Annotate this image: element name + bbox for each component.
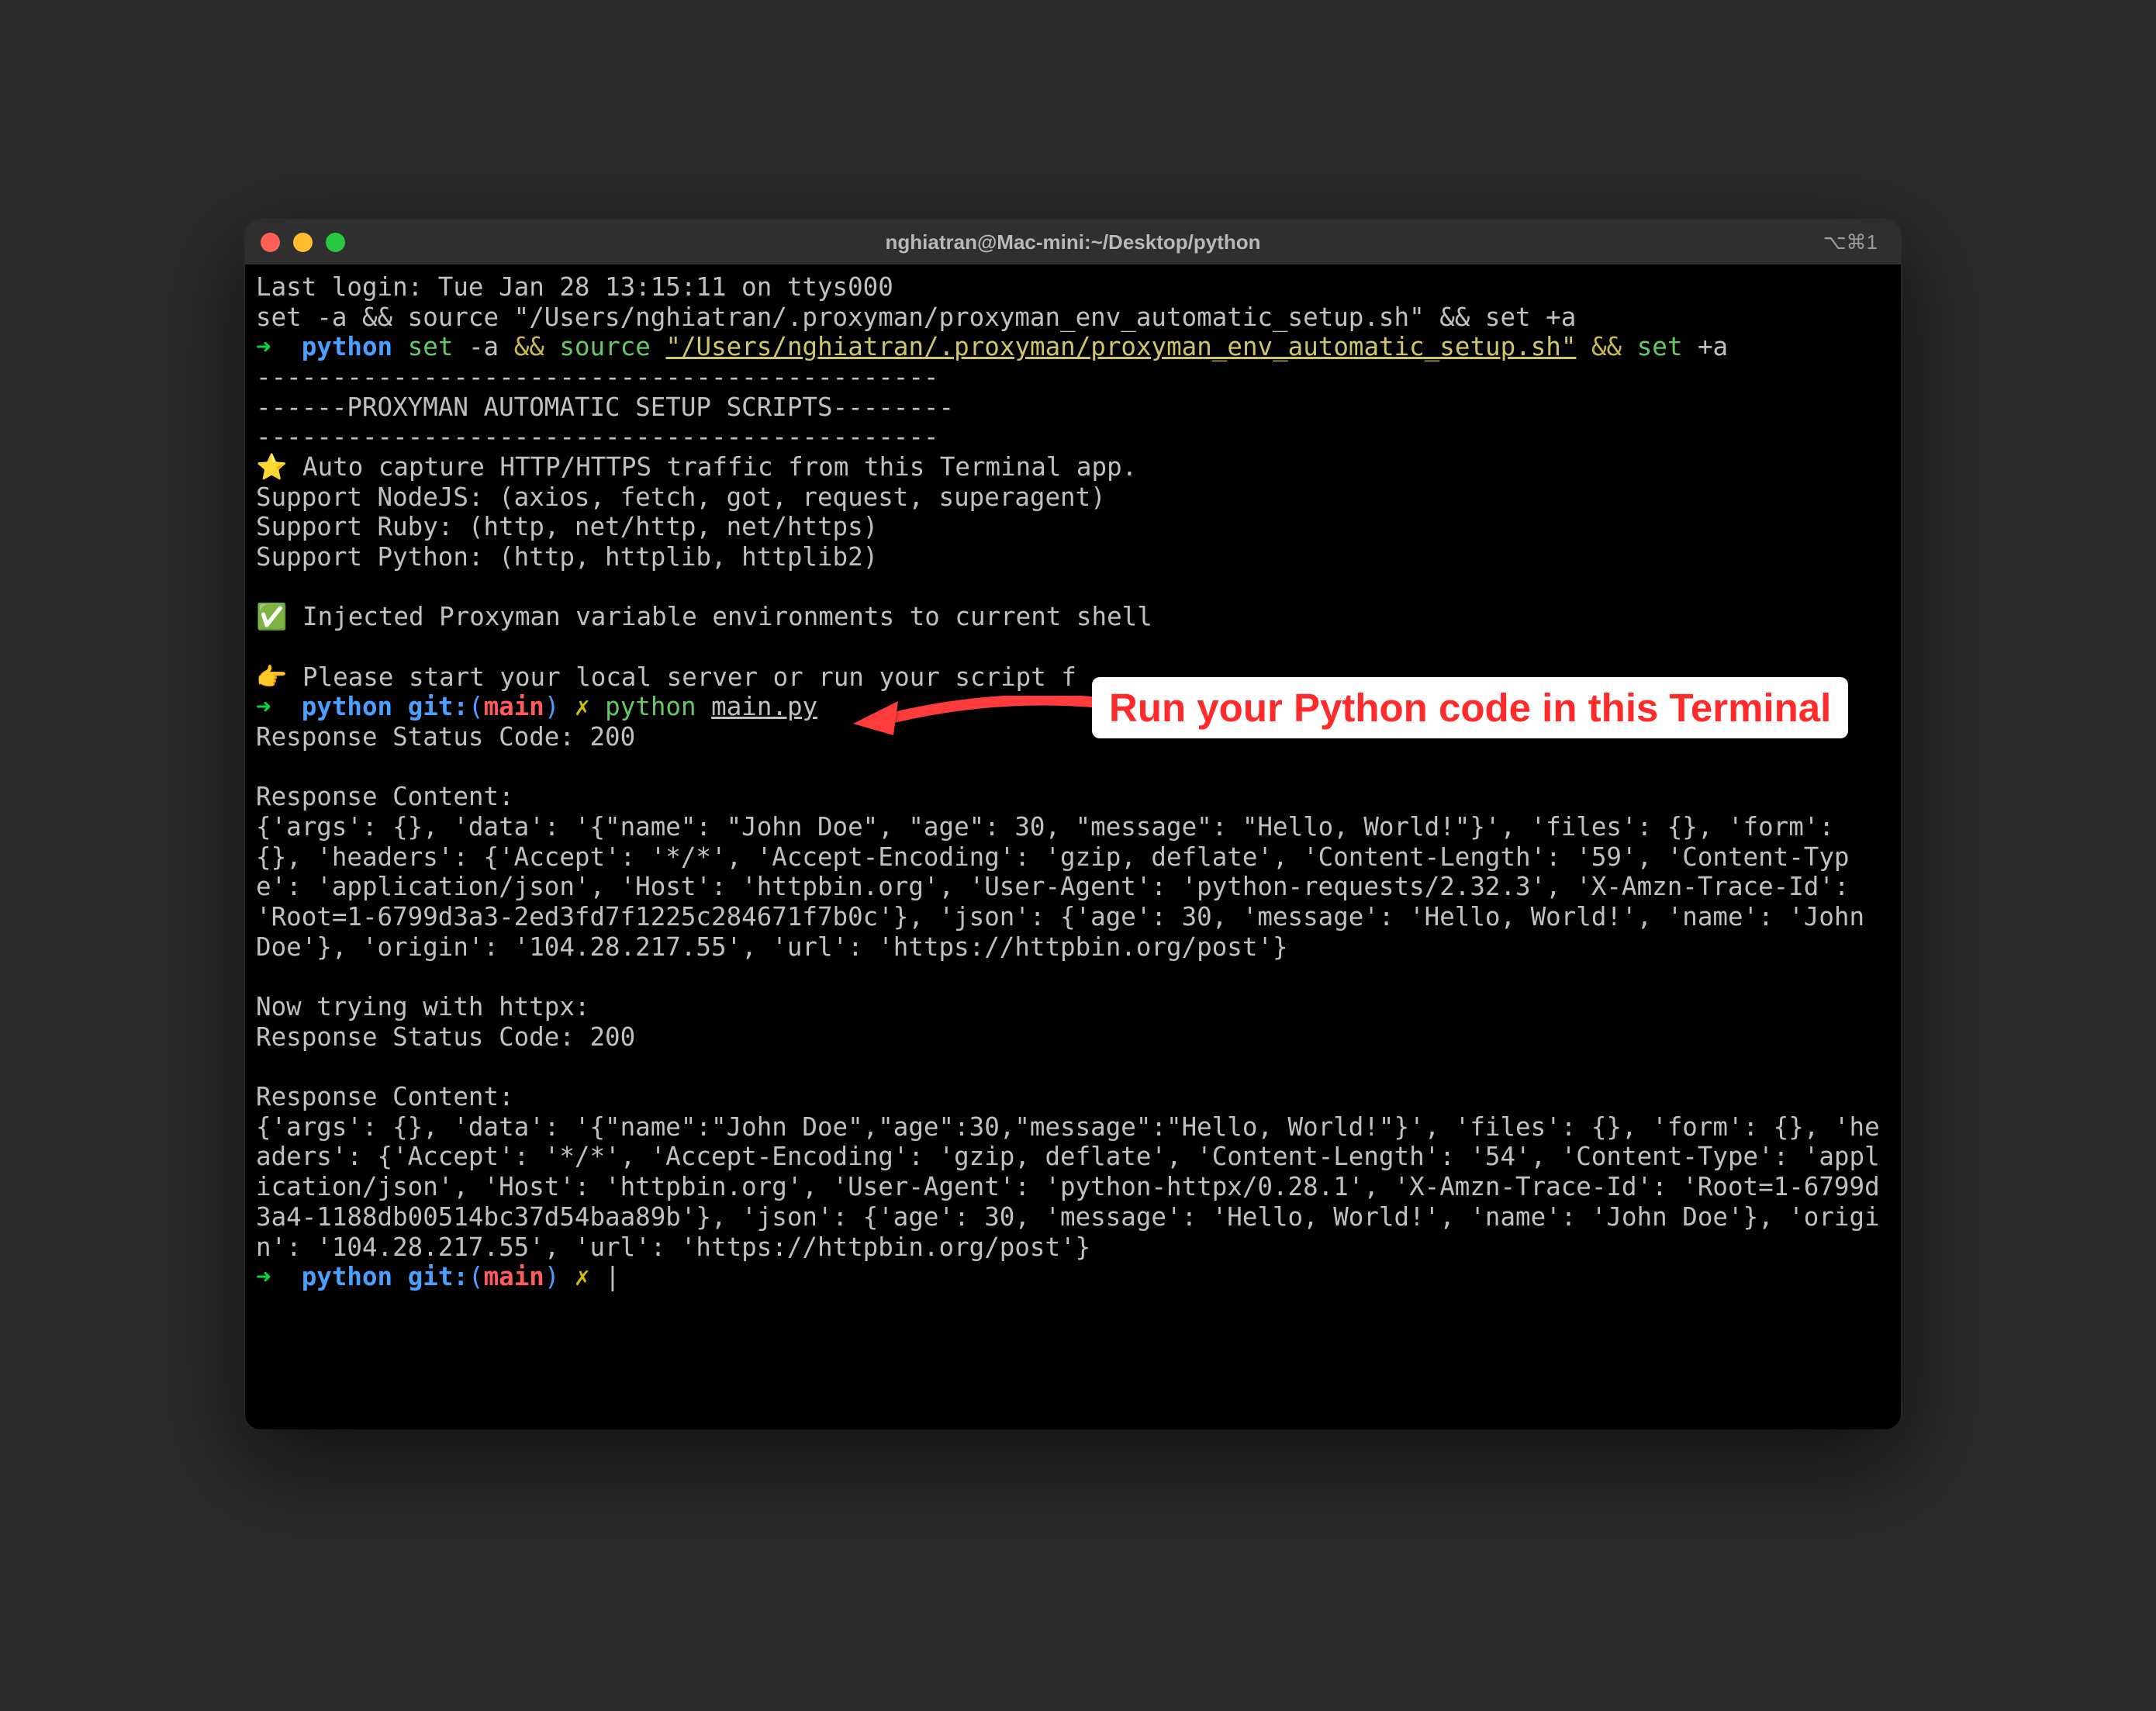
paren-open: ( <box>468 692 484 721</box>
terminal-content[interactable]: Last login: Tue Jan 28 13:15:11 on ttys0… <box>245 264 1901 1300</box>
dirty-marker: ✗ <box>575 692 590 721</box>
prompt-arrow-2: ➜ <box>256 692 271 721</box>
response-status-2: Response Status Code: 200 <box>256 1022 635 1052</box>
divider-1: ----------------------------------------… <box>256 362 939 392</box>
support-python-line: Support Python: (http, httplib, httplib2… <box>256 542 878 572</box>
injected-line: ✅ Injected Proxyman variable environment… <box>256 602 1152 631</box>
cmd-and-2: && <box>1591 332 1622 361</box>
cmd-flag-2: +a <box>1698 332 1728 361</box>
annotation-callout: Run your Python code in this Terminal <box>1092 677 1848 738</box>
terminal-cursor[interactable]: | <box>605 1262 620 1291</box>
cmd-set-2: set <box>1637 332 1683 361</box>
traffic-lights <box>261 233 345 252</box>
response-body-1: {'args': {}, 'data': '{"name": "John Doe… <box>256 812 1880 962</box>
window-title: nghiatran@Mac-mini:~/Desktop/python <box>886 230 1261 254</box>
cmd-mainpy: main.py <box>711 692 817 721</box>
git-label: git: <box>408 692 468 721</box>
annotation-label: Run your Python code in this Terminal <box>1092 677 1848 738</box>
support-node-line: Support NodeJS: (axios, fetch, got, requ… <box>256 482 1106 512</box>
cmd-set: set <box>408 332 454 361</box>
response-status-1: Response Status Code: 200 <box>256 722 635 752</box>
git-label-3: git: <box>408 1262 468 1291</box>
prompt-env-2: python <box>302 692 392 721</box>
cmd-python: python <box>605 692 696 721</box>
terminal-window: nghiatran@Mac-mini:~/Desktop/python ⌥⌘1 … <box>245 219 1901 1429</box>
paren-close: ) <box>544 692 560 721</box>
prompt-arrow: ➜ <box>256 332 271 361</box>
response-body-2: {'args': {}, 'data': '{"name":"John Doe"… <box>256 1112 1880 1262</box>
response-content-label-2: Response Content: <box>256 1082 514 1111</box>
now-httpx-line: Now trying with httpx: <box>256 992 589 1021</box>
divider-2: ----------------------------------------… <box>256 422 939 451</box>
cmd-path: "/Users/nghiatran/.proxyman/proxyman_env… <box>665 332 1576 361</box>
zoom-button[interactable] <box>326 233 345 252</box>
last-login-line: Last login: Tue Jan 28 13:15:11 on ttys0… <box>256 272 893 302</box>
terminal-titlebar: nghiatran@Mac-mini:~/Desktop/python ⌥⌘1 <box>245 219 1901 264</box>
annotation-arrow-icon <box>853 681 1109 743</box>
source-command-echo: set -a && source "/Users/nghiatran/.prox… <box>256 302 1576 332</box>
cmd-source: source <box>559 332 650 361</box>
banner-line: ------PROXYMAN AUTOMATIC SETUP SCRIPTS--… <box>256 392 954 422</box>
cmd-flag: -a <box>468 332 499 361</box>
prompt-arrow-3: ➜ <box>256 1262 271 1291</box>
dirty-marker-3: ✗ <box>575 1262 590 1291</box>
window-shortcut: ⌥⌘1 <box>1823 230 1878 254</box>
auto-capture-line: ⭐️ Auto capture HTTP/HTTPS traffic from … <box>256 452 1137 482</box>
close-button[interactable] <box>261 233 280 252</box>
git-branch: main <box>484 692 544 721</box>
prompt-env: python <box>302 332 392 361</box>
prompt-env-3: python <box>302 1262 392 1291</box>
support-ruby-line: Support Ruby: (http, net/http, net/https… <box>256 512 878 541</box>
cmd-and: && <box>514 332 544 361</box>
git-branch-3: main <box>484 1262 544 1291</box>
minimize-button[interactable] <box>293 233 313 252</box>
response-content-label-1: Response Content: <box>256 782 514 811</box>
